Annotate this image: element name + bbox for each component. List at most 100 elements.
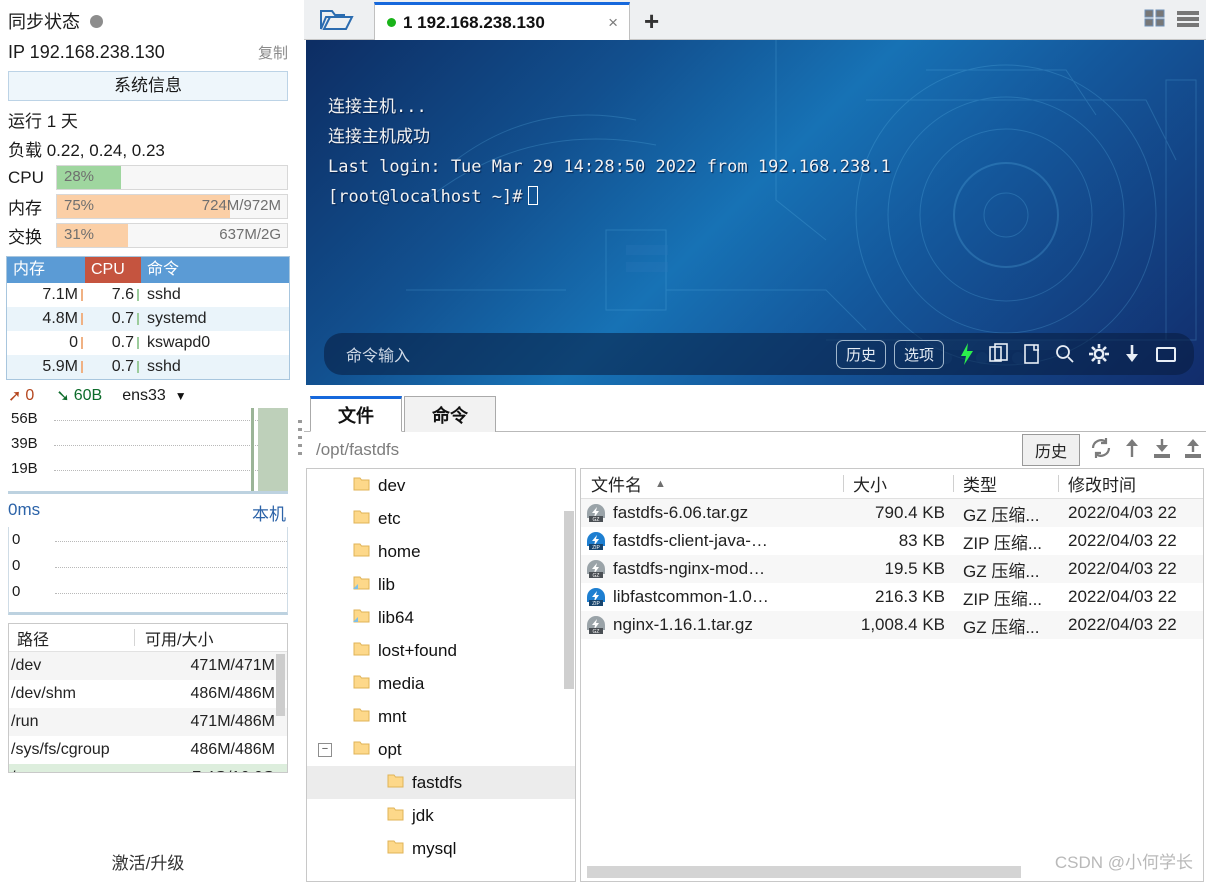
network-interface-selector[interactable]: ens33: [122, 387, 166, 405]
process-header-memory[interactable]: 内存: [7, 257, 85, 283]
tree-item-home[interactable]: home: [307, 535, 575, 568]
terminal-tab[interactable]: 1 192.168.238.130 ×: [374, 2, 630, 40]
tab-commands[interactable]: 命令: [404, 396, 496, 432]
column-header-type[interactable]: 类型: [953, 471, 1058, 496]
process-header-cpu[interactable]: CPU: [85, 257, 141, 283]
current-path-input[interactable]: /opt/fastdfs: [304, 440, 399, 460]
cpu-meter[interactable]: 28%: [56, 165, 288, 190]
disk-table-scrollbar[interactable]: [276, 654, 285, 716]
file-size: 19.5 KB: [884, 559, 946, 578]
table-row[interactable]: /dev/shm 486M/486M: [9, 680, 287, 708]
terminal-history-button[interactable]: 历史: [835, 339, 886, 369]
table-row[interactable]: /run 471M/486M: [9, 708, 287, 736]
download-icon[interactable]: [1151, 437, 1173, 463]
close-icon[interactable]: ×: [605, 13, 621, 33]
table-row[interactable]: 5.9M 0.7 sshd: [7, 355, 289, 379]
process-command: sshd: [147, 358, 181, 375]
file-row[interactable]: ZIP libfastcommon-1.0… 216.3 KB ZIP 压缩..…: [581, 583, 1203, 611]
swap-meter[interactable]: 31% 637M/2G: [56, 223, 288, 248]
terminal-prompt: [root@localhost ~]#: [328, 187, 523, 207]
tree-item-lib64[interactable]: lib64: [307, 601, 575, 634]
sync-status-row: 同步状态: [0, 0, 296, 38]
table-row[interactable]: 0 0.7 kswapd0: [7, 331, 289, 355]
tree-item-opt[interactable]: − opt: [307, 733, 575, 766]
file-name: fastdfs-nginx-mod…: [613, 559, 766, 578]
folder-icon: [353, 707, 370, 727]
file-row[interactable]: ZIP fastdfs-client-java-… 83 KB ZIP 压缩..…: [581, 527, 1203, 555]
tree-item-media[interactable]: media: [307, 667, 575, 700]
up-directory-icon[interactable]: [1122, 437, 1142, 463]
process-cpu: 0.7: [85, 358, 141, 376]
terminal-output-area[interactable]: 连接主机... 连接主机成功 Last login: Tue Mar 29 14…: [306, 40, 1204, 385]
network-bar: [258, 408, 288, 491]
network-bar: [251, 408, 254, 491]
file-row[interactable]: GZ fastdfs-6.06.tar.gz 790.4 KB GZ 压缩...…: [581, 499, 1203, 527]
column-header-time[interactable]: 修改时间: [1058, 471, 1203, 496]
svg-text:GZ: GZ: [593, 517, 600, 523]
lightning-icon[interactable]: [959, 343, 975, 365]
copy-multiple-icon[interactable]: [989, 343, 1009, 365]
tab-files[interactable]: 文件: [310, 396, 402, 432]
tree-item-lib[interactable]: lib: [307, 568, 575, 601]
table-row[interactable]: 7.1M 7.6 sshd: [7, 283, 289, 307]
process-header-command[interactable]: 命令: [141, 257, 289, 283]
ping-target-selector[interactable]: 本机: [252, 500, 286, 525]
grid-view-icon[interactable]: [1144, 8, 1166, 32]
tree-item-mysql[interactable]: mysql: [307, 832, 575, 865]
system-info-button[interactable]: 系统信息: [8, 71, 288, 101]
new-tab-button[interactable]: +: [644, 6, 659, 37]
table-row[interactable]: /sys/fs/cgroup 486M/486M: [9, 736, 287, 764]
gear-icon[interactable]: [1089, 343, 1109, 365]
open-folder-icon[interactable]: [318, 7, 358, 33]
zip-archive-icon: ZIP: [586, 587, 606, 607]
column-header-size[interactable]: 大小: [843, 471, 953, 496]
activate-upgrade-link[interactable]: 激活/升级: [0, 849, 296, 874]
chevron-down-icon[interactable]: ▼: [175, 389, 187, 403]
file-row[interactable]: GZ fastdfs-nginx-mod… 19.5 KB GZ 压缩... 2…: [581, 555, 1203, 583]
search-icon[interactable]: [1055, 343, 1075, 365]
folder-icon: [353, 740, 370, 760]
terminal-options-button[interactable]: 选项: [893, 339, 944, 369]
disk-header-usage[interactable]: 可用/大小: [135, 626, 287, 650]
terminal-tabbar: 1 192.168.238.130 × +: [304, 0, 1206, 40]
ip-row: IP 192.168.238.130 复制: [0, 38, 296, 65]
column-header-name[interactable]: 文件名 ▲: [581, 471, 843, 496]
table-row[interactable]: / 7.4G/16.6G: [9, 764, 287, 772]
tree-item-lost-found[interactable]: lost+found: [307, 634, 575, 667]
memory-meter[interactable]: 75% 724M/972M: [56, 194, 288, 219]
download-icon[interactable]: [1123, 343, 1141, 365]
file-modified-time: 2022/04/03 22: [1068, 503, 1177, 522]
paste-icon[interactable]: [1023, 343, 1041, 365]
table-row[interactable]: /dev 471M/471M: [9, 652, 287, 680]
upload-icon[interactable]: [1182, 437, 1204, 463]
folder-icon: [387, 839, 404, 859]
refresh-icon[interactable]: [1089, 437, 1113, 463]
disk-header-path[interactable]: 路径: [9, 626, 134, 650]
command-input-placeholder[interactable]: 命令输入: [346, 342, 836, 366]
swap-meter-label: 交换: [8, 228, 42, 247]
window-icon[interactable]: [1155, 343, 1177, 365]
command-input-bar[interactable]: 命令输入 历史 选项: [324, 333, 1194, 375]
tree-item-label: jdk: [412, 805, 434, 825]
panel-splitter[interactable]: [296, 0, 304, 884]
upload-rate: 0: [25, 387, 35, 404]
tree-scrollbar[interactable]: [564, 511, 574, 689]
directory-tree[interactable]: dev etc home lib lib64 lost+found media …: [306, 468, 576, 882]
copy-ip-button[interactable]: 复制: [258, 42, 288, 63]
tree-item-dev[interactable]: dev: [307, 469, 575, 502]
file-list-horizontal-scrollbar[interactable]: [587, 866, 1021, 878]
tree-item-fastdfs[interactable]: fastdfs: [307, 766, 575, 799]
tree-item-mnt[interactable]: mnt: [307, 700, 575, 733]
zip-archive-icon: ZIP: [586, 531, 606, 551]
network-axis-label: 19B: [11, 460, 38, 477]
hamburger-menu-icon[interactable]: [1176, 8, 1200, 32]
folder-icon: [353, 674, 370, 694]
svg-text:GZ: GZ: [593, 629, 600, 635]
cpu-meter-label: CPU: [8, 167, 44, 187]
collapse-expander-icon[interactable]: −: [318, 742, 332, 757]
file-row[interactable]: GZ nginx-1.16.1.tar.gz 1,008.4 KB GZ 压缩.…: [581, 611, 1203, 639]
tree-item-jdk[interactable]: jdk: [307, 799, 575, 832]
table-row[interactable]: 4.8M 0.7 systemd: [7, 307, 289, 331]
file-history-button[interactable]: 历史: [1021, 434, 1080, 466]
tree-item-etc[interactable]: etc: [307, 502, 575, 535]
